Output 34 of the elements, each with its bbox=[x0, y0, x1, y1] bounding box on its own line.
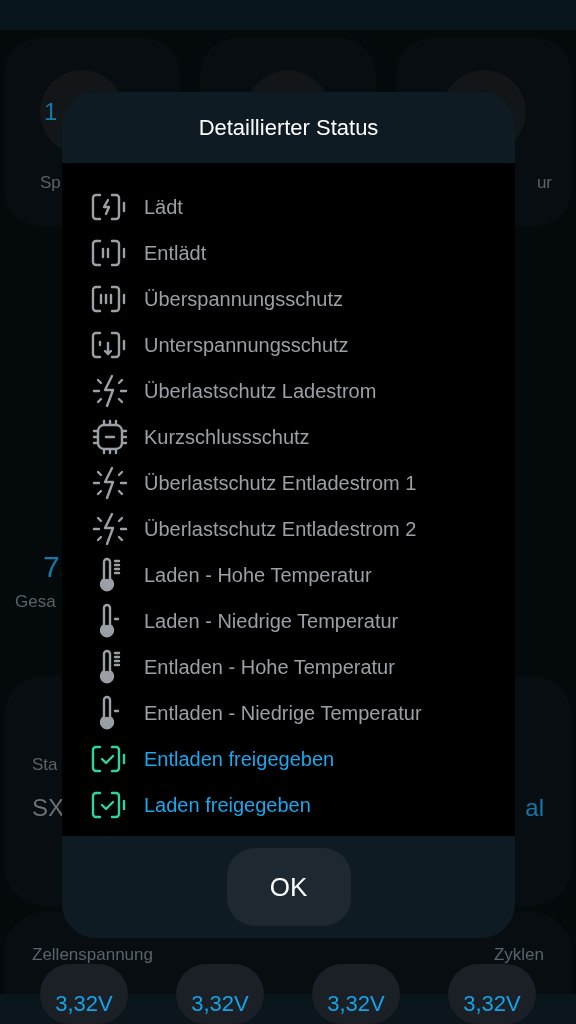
stat-label: ur bbox=[536, 172, 552, 194]
status-item: Entladen - Hohe Temperatur bbox=[144, 655, 395, 680]
status-item: Lädt bbox=[144, 195, 183, 220]
status-item: Unterspannungsschutz bbox=[144, 333, 349, 358]
total-value: 7 bbox=[43, 549, 60, 585]
status-label: Sta bbox=[32, 754, 58, 776]
stat-label: Sp bbox=[40, 172, 61, 194]
cell-voltage: 3,32V bbox=[312, 964, 400, 1024]
bolt-icon bbox=[91, 465, 129, 501]
status-item: Laden freigegeben bbox=[144, 793, 311, 818]
cell-voltage: 3,32V bbox=[448, 964, 536, 1024]
value-text: 1 bbox=[44, 97, 58, 127]
cycles-label: Zyklen bbox=[493, 944, 544, 966]
status-value: SX bbox=[32, 792, 64, 823]
bolt-icon bbox=[91, 511, 129, 547]
ok-button[interactable]: OK bbox=[226, 848, 351, 926]
status-item: Laden - Hohe Temperatur bbox=[144, 563, 372, 588]
cells-label: Zellenspannung bbox=[32, 944, 153, 966]
status-item: Entladen - Niedrige Temperatur bbox=[144, 701, 422, 726]
status-item: Entladen freigegeben bbox=[144, 747, 335, 772]
status-item: Überspannungsschutz bbox=[144, 287, 343, 312]
status-item: Entlädt bbox=[144, 241, 207, 266]
dialog-title: Detaillierter Status bbox=[198, 114, 379, 142]
chip-icon bbox=[91, 419, 129, 455]
cell-voltage: 3,32V bbox=[40, 964, 128, 1024]
total-label: Gesa bbox=[15, 591, 56, 613]
status-item: Laden - Niedrige Temperatur bbox=[144, 609, 399, 634]
status-item: Überlastschutz Entladestrom 2 bbox=[144, 517, 417, 542]
bolt-icon bbox=[91, 373, 129, 409]
status-value: al bbox=[525, 792, 544, 823]
status-item: Überlastschutz Ladestrom bbox=[144, 379, 377, 404]
status-item: Kurzschlussschutz bbox=[144, 425, 310, 450]
cell-voltage: 3,32V bbox=[176, 964, 264, 1024]
status-item: Überlastschutz Entladestrom 1 bbox=[144, 471, 417, 496]
